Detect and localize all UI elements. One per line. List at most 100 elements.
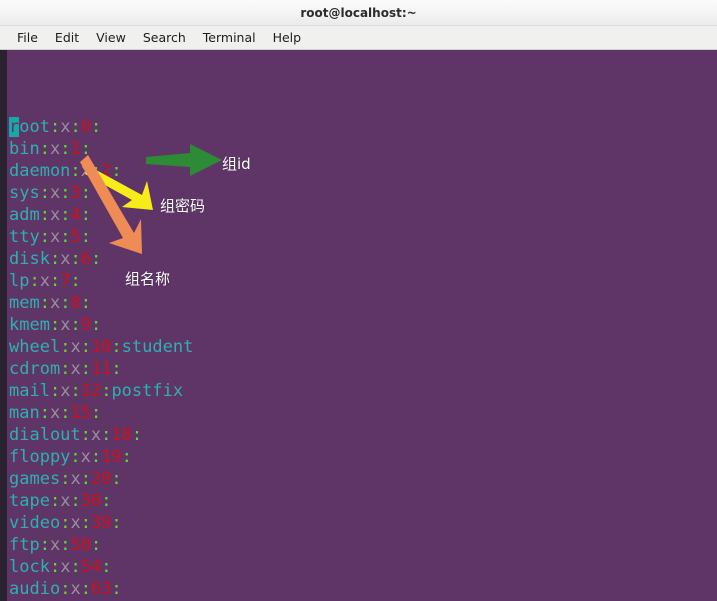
group-id: 63 [90, 579, 112, 599]
field-separator: : [60, 535, 71, 555]
group-id: 18 [111, 425, 132, 445]
menu-bar: File Edit View Search Terminal Help [0, 26, 717, 50]
field-separator: : [70, 315, 81, 335]
group-password: x [70, 359, 81, 379]
scrollbar-trough[interactable] [0, 50, 7, 601]
field-separator: : [39, 293, 50, 313]
group-id: 9 [80, 315, 91, 335]
group-name: adm [9, 205, 40, 225]
group-password: x [60, 249, 71, 269]
field-separator: : [131, 425, 143, 445]
field-separator: : [121, 447, 132, 467]
field-separator: : [111, 337, 122, 357]
terminal-line: root:x:0: [7, 116, 717, 138]
field-separator: : [49, 557, 61, 577]
field-separator: : [39, 535, 50, 555]
group-password: x [49, 139, 61, 159]
field-separator: : [60, 579, 71, 599]
terminal-line: lp:x:7: [7, 270, 717, 292]
annotation-label-group-id: 组id [222, 155, 251, 173]
menu-item-terminal[interactable]: Terminal [195, 28, 265, 47]
terminal-body[interactable]: root:x:0: bin:x:1: daemon:x:2: sys:x:3: adm:… [0, 50, 717, 601]
field-separator: : [80, 359, 91, 379]
group-name: ftp [9, 535, 40, 555]
terminal-line: lock:x:54: [7, 556, 717, 578]
group-password: x [60, 381, 71, 401]
field-separator: : [70, 557, 81, 577]
field-separator: : [90, 161, 102, 181]
group-id: 6 [80, 249, 91, 269]
group-name: wheel [9, 337, 61, 357]
field-separator: : [49, 117, 61, 137]
terminal-line: cdrom:x:11: [7, 358, 717, 380]
field-separator: : [111, 469, 122, 489]
group-id: 39 [90, 513, 112, 533]
field-separator: : [80, 513, 91, 533]
menu-item-edit[interactable]: Edit [47, 28, 88, 47]
group-name: man [9, 403, 40, 423]
menu-item-file[interactable]: File [9, 28, 47, 47]
terminal-cursor: r [9, 117, 20, 137]
group-id: 0 [80, 117, 91, 137]
group-id: 30 [80, 491, 102, 511]
terminal-line: dialout:x:18: [7, 424, 717, 446]
field-separator: : [39, 183, 50, 203]
field-separator: : [111, 161, 122, 181]
group-name: cdrom [9, 359, 61, 379]
field-separator: : [39, 139, 50, 159]
terminal-line: adm:x:4: [7, 204, 717, 226]
field-separator: : [80, 425, 91, 445]
field-separator: : [60, 293, 71, 313]
field-separator: : [60, 403, 71, 423]
terminal-screen[interactable]: root:x:0: bin:x:1: daemon:x:2: sys:x:3: adm:… [7, 50, 717, 601]
group-id: 11 [90, 359, 112, 379]
group-name: tty [9, 227, 40, 247]
field-separator: : [90, 447, 102, 467]
terminal-line: games:x:20: [7, 468, 717, 490]
annotation-label-group-name: 组名称 [125, 270, 171, 288]
field-separator: : [60, 337, 71, 357]
group-id: 7 [60, 271, 71, 291]
group-password: x [60, 557, 71, 577]
menu-item-help[interactable]: Help [265, 28, 311, 47]
field-separator: : [80, 139, 91, 159]
field-separator: : [49, 381, 61, 401]
field-separator: : [101, 557, 112, 577]
group-password: x [49, 403, 61, 423]
terminal-window: root@localhost:~ File Edit View Search T… [0, 0, 717, 601]
group-password: x [80, 161, 91, 181]
field-separator: : [111, 359, 122, 379]
field-separator: : [90, 535, 102, 555]
field-separator: : [49, 491, 61, 511]
terminal-line: tty:x:5: [7, 226, 717, 248]
menu-item-view[interactable]: View [88, 28, 135, 47]
group-password: x [39, 271, 50, 291]
field-separator: : [70, 381, 81, 401]
group-password: x [70, 513, 81, 533]
terminal-line: ftp:x:50: [7, 534, 717, 556]
field-separator: : [80, 579, 91, 599]
group-name: lock [9, 557, 50, 577]
field-separator: : [90, 249, 102, 269]
field-separator: : [80, 337, 91, 357]
group-password: x [49, 205, 61, 225]
group-password: x [70, 579, 81, 599]
field-separator: : [101, 425, 112, 445]
group-members: student [121, 337, 194, 357]
group-name: tape [9, 491, 50, 511]
field-separator: : [80, 227, 91, 247]
group-id: 54 [80, 557, 102, 577]
menu-item-search[interactable]: Search [135, 28, 195, 47]
field-separator: : [80, 293, 91, 313]
group-name: kmem [9, 315, 50, 335]
group-password: x [80, 447, 91, 467]
terminal-line: tape:x:30: [7, 490, 717, 512]
group-password: x [60, 117, 71, 137]
group-password: x [49, 293, 61, 313]
group-password: x [70, 469, 81, 489]
group-name: mail [9, 381, 50, 401]
field-separator: : [60, 139, 71, 159]
field-separator: : [60, 183, 71, 203]
group-password: x [60, 491, 71, 511]
group-members: postfix [111, 381, 184, 401]
